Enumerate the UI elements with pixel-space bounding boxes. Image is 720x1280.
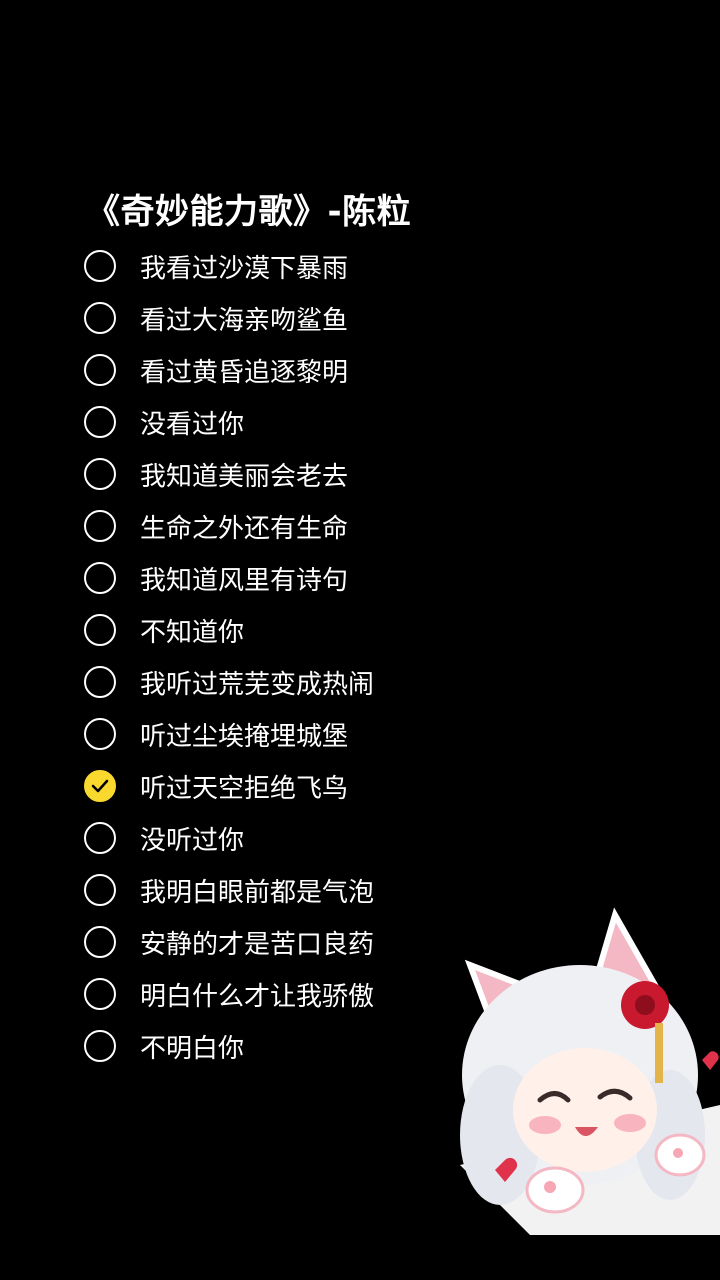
- checkbox-checked-icon[interactable]: [84, 770, 116, 802]
- radio-circle-icon[interactable]: [84, 874, 116, 906]
- list-item-label: 看过大海亲吻鲨鱼: [140, 305, 349, 336]
- radio-circle-icon[interactable]: [84, 1030, 116, 1062]
- list-item-label: 不明白你: [140, 1033, 245, 1064]
- list-item[interactable]: 不知道你: [84, 604, 504, 656]
- list-item-label: 明白什么才让我骄傲: [140, 981, 375, 1012]
- radio-circle-icon[interactable]: [84, 406, 116, 438]
- list-item-label: 没听过你: [140, 825, 245, 856]
- list-item[interactable]: 生命之外还有生命: [84, 500, 504, 552]
- list-item-label: 我知道美丽会老去: [140, 461, 349, 492]
- radio-circle-icon[interactable]: [84, 666, 116, 698]
- list-item-label: 听过天空拒绝飞鸟: [140, 773, 349, 804]
- list-item-label: 我知道风里有诗句: [140, 565, 349, 596]
- radio-circle-icon[interactable]: [84, 562, 116, 594]
- radio-circle-icon[interactable]: [84, 302, 116, 334]
- list-item-label: 安静的才是苦口良药: [140, 929, 375, 960]
- radio-circle-icon[interactable]: [84, 822, 116, 854]
- radio-circle-icon[interactable]: [84, 978, 116, 1010]
- list-item-label: 我听过荒芜变成热闹: [140, 669, 375, 700]
- list-item[interactable]: 听过尘埃掩埋城堡: [84, 708, 504, 760]
- song-title: 《奇妙能力歌》-陈粒: [86, 192, 412, 232]
- list-item[interactable]: 听过天空拒绝飞鸟: [84, 760, 504, 812]
- list-item[interactable]: 看过黄昏追逐黎明: [84, 344, 504, 396]
- radio-circle-icon[interactable]: [84, 250, 116, 282]
- list-item-label: 没看过你: [140, 409, 245, 440]
- list-item-label: 我明白眼前都是气泡: [140, 877, 375, 908]
- list-item[interactable]: 我知道美丽会老去: [84, 448, 504, 500]
- list-item-label: 生命之外还有生命: [140, 513, 349, 544]
- radio-circle-icon[interactable]: [84, 718, 116, 750]
- list-item-label: 看过黄昏追逐黎明: [140, 357, 349, 388]
- list-item[interactable]: 我听过荒芜变成热闹: [84, 656, 504, 708]
- list-item[interactable]: 看过大海亲吻鲨鱼: [84, 292, 504, 344]
- list-item-label: 我看过沙漠下暴雨: [140, 253, 349, 284]
- radio-circle-icon[interactable]: [84, 458, 116, 490]
- radio-circle-icon[interactable]: [84, 354, 116, 386]
- list-item[interactable]: 没听过你: [84, 812, 504, 864]
- radio-circle-icon[interactable]: [84, 614, 116, 646]
- list-item[interactable]: 我知道风里有诗句: [84, 552, 504, 604]
- anime-cat-girl-sticker-icon: [460, 907, 720, 1235]
- list-item[interactable]: 我看过沙漠下暴雨: [84, 240, 504, 292]
- radio-circle-icon[interactable]: [84, 510, 116, 542]
- list-item-label: 不知道你: [140, 617, 245, 648]
- radio-circle-icon[interactable]: [84, 926, 116, 958]
- list-item[interactable]: 没看过你: [84, 396, 504, 448]
- list-item-label: 听过尘埃掩埋城堡: [140, 721, 349, 752]
